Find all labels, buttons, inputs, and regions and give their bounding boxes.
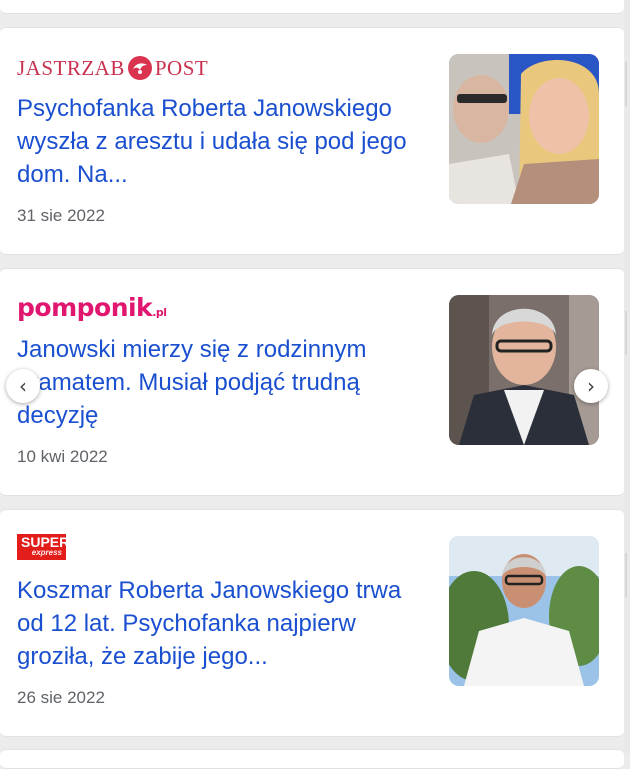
logo-text: pomponik: [17, 293, 153, 322]
article-thumbnail[interactable]: [449, 536, 599, 686]
edge-notch: [625, 311, 627, 355]
news-card[interactable]: SUPER express Koszmar Roberta Janowskieg…: [0, 509, 624, 737]
next-card-stub: [0, 749, 624, 769]
carousel-prev-button[interactable]: ‹: [6, 369, 40, 403]
news-card[interactable]: pomponik.pl Janowski mierzy się z rodzin…: [0, 268, 624, 496]
edge-notch: [625, 62, 627, 106]
logo-text-left: JASTRZAB: [17, 55, 125, 80]
chevron-left-icon: ‹: [19, 374, 27, 398]
article-headline[interactable]: Psychofanka Roberta Janowskiego wyszła z…: [17, 92, 417, 191]
edge-notch: [625, 553, 627, 597]
article-thumbnail[interactable]: [449, 54, 599, 204]
article-headline[interactable]: Janowski mierzy się z rodzinnym dramatem…: [17, 333, 417, 432]
article-date: 26 sie 2022: [17, 688, 105, 707]
scroll-edge: [624, 0, 630, 755]
source-logo-super-express: SUPER express: [17, 534, 69, 560]
article-date: 10 kwi 2022: [17, 447, 108, 466]
source-logo-jastrzab-post: JASTRZAB POST: [17, 56, 208, 80]
logo-text-right: POST: [154, 55, 209, 80]
article-headline[interactable]: Koszmar Roberta Janowskiego trwa od 12 l…: [17, 574, 417, 673]
carousel-next-button[interactable]: ›: [574, 369, 608, 403]
previous-card-stub: [0, 0, 624, 14]
source-logo-pomponik: pomponik.pl: [17, 293, 167, 322]
news-card[interactable]: JASTRZAB POST Psychofanka Roberta Janows…: [0, 27, 624, 255]
chevron-right-icon: ›: [587, 374, 595, 398]
article-thumbnail[interactable]: [449, 295, 599, 445]
article-date: 31 sie 2022: [17, 206, 105, 225]
logo-subtext: express: [31, 548, 62, 557]
logo-suffix: .pl: [152, 306, 167, 319]
bird-logo-icon: [127, 56, 152, 80]
